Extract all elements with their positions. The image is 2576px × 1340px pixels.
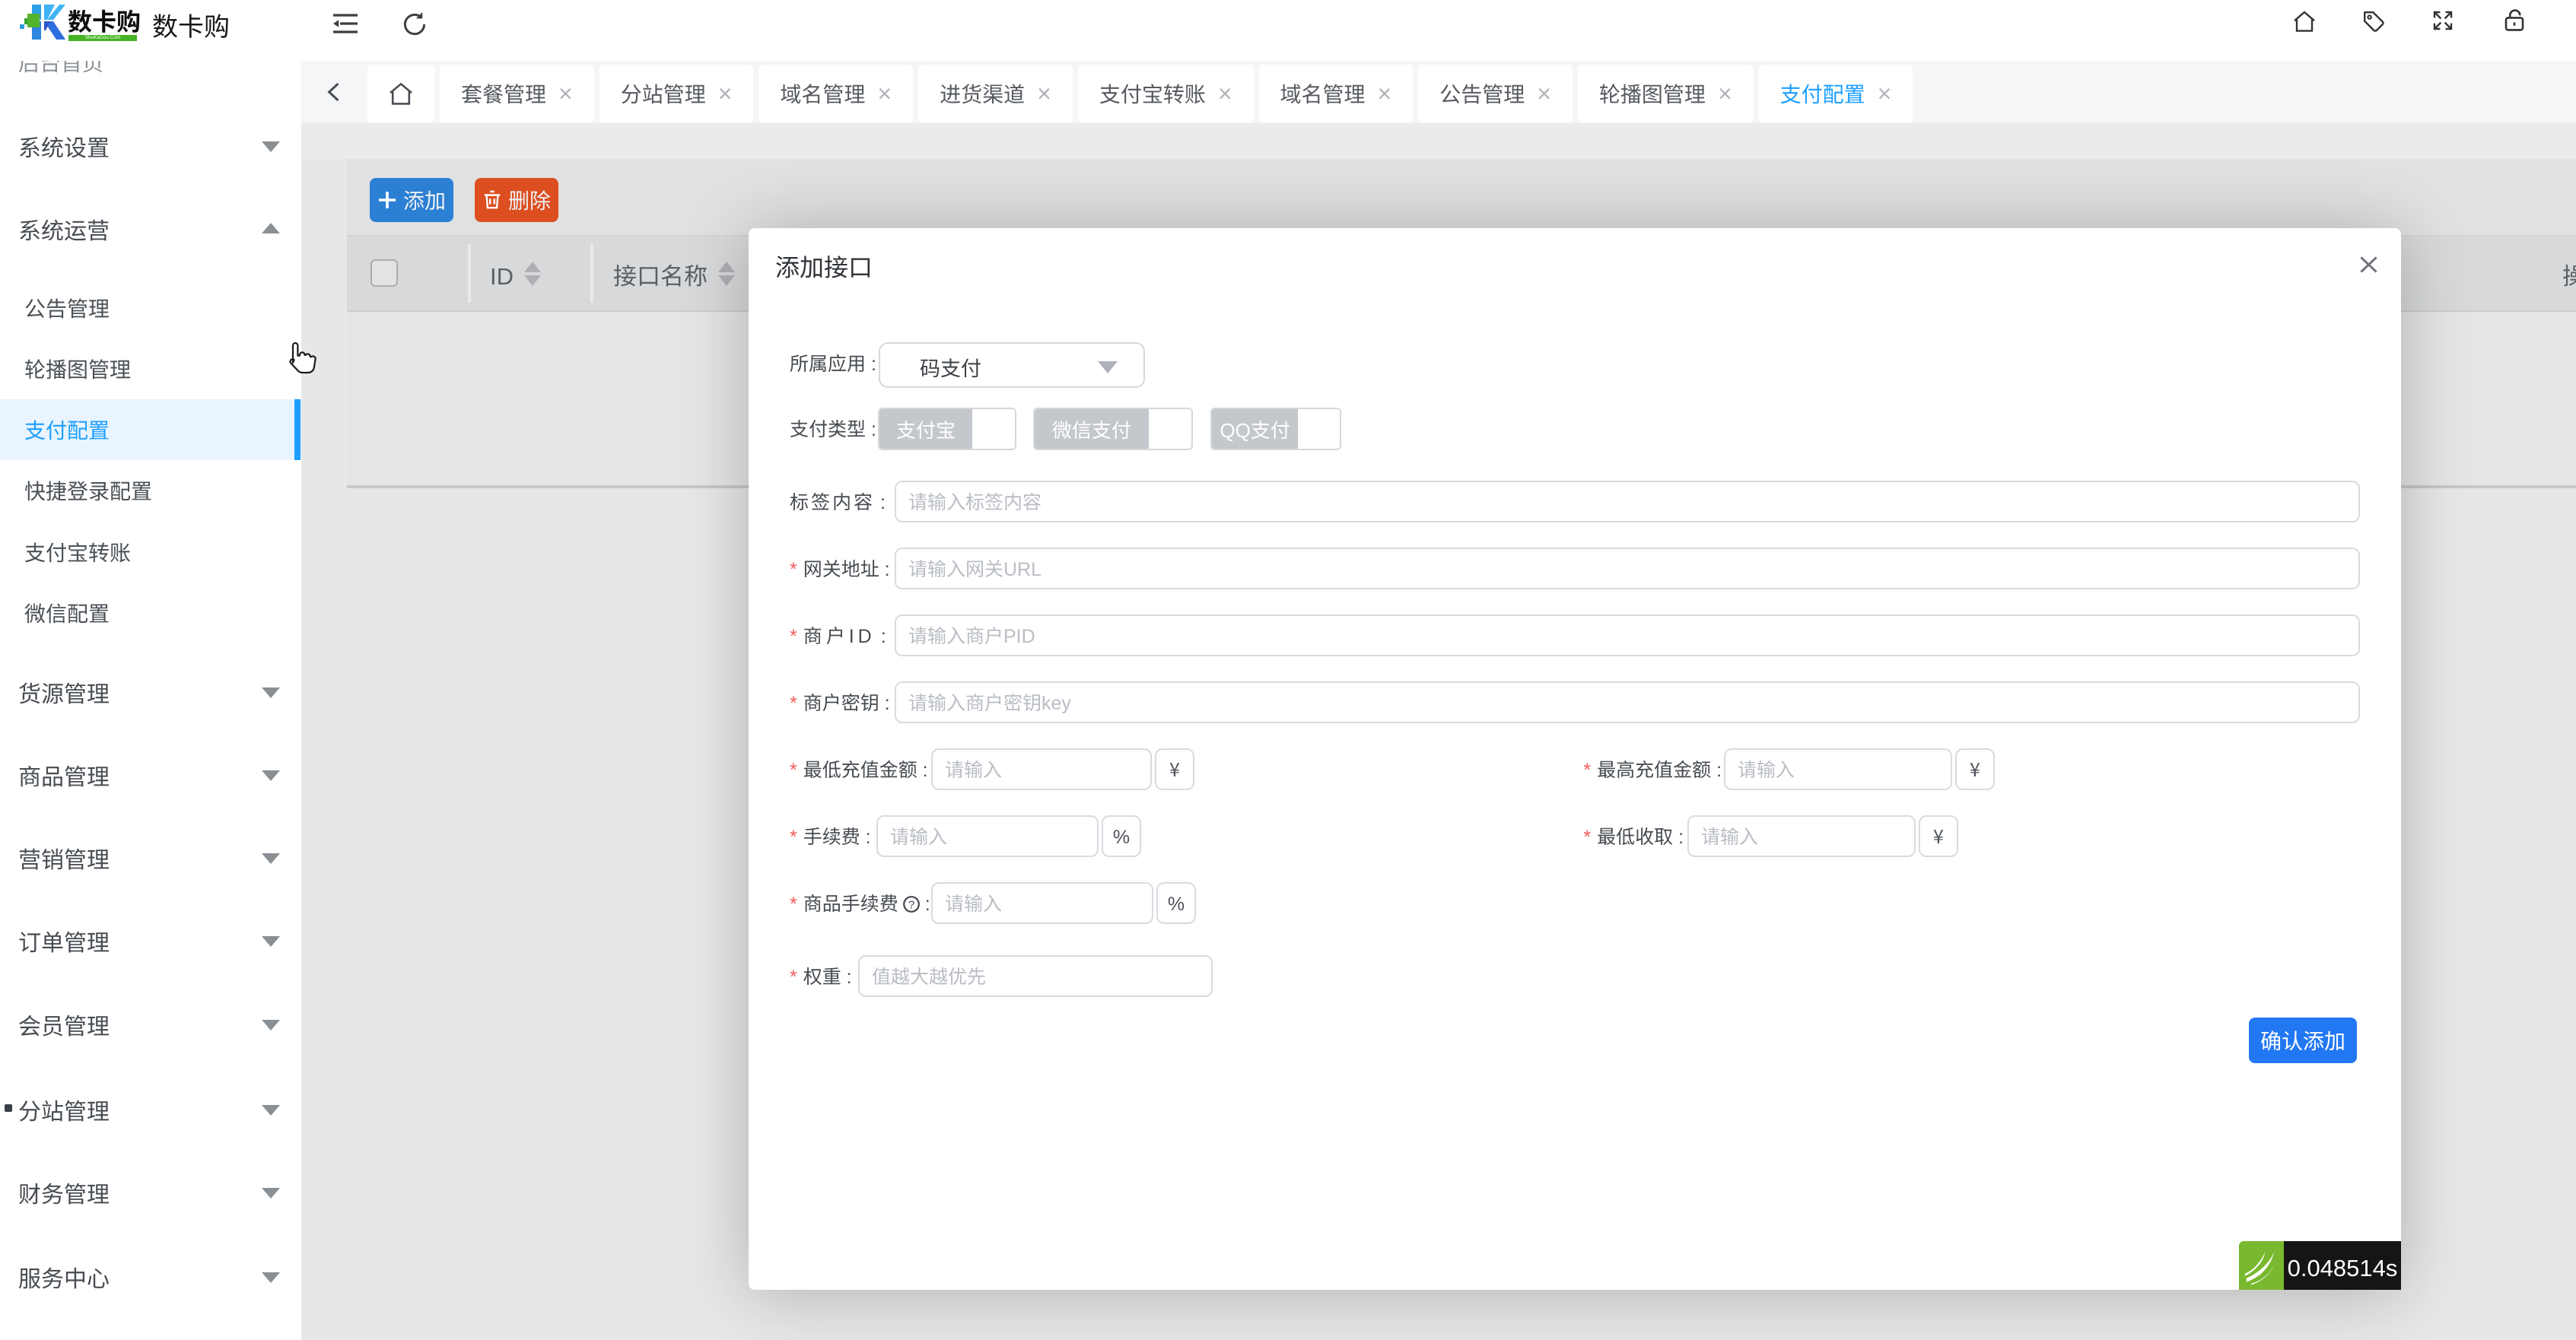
svg-text:?: ? (908, 896, 914, 912)
